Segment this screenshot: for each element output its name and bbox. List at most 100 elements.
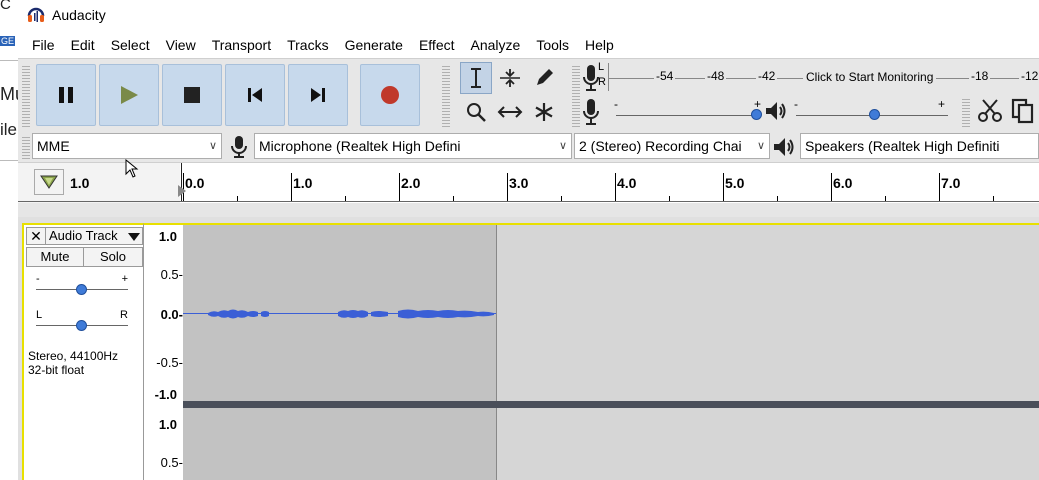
- speaker-icon: [774, 138, 794, 156]
- vruler-label: 1.0: [158, 229, 177, 244]
- menu-transport[interactable]: Transport: [204, 33, 279, 57]
- audio-host-select[interactable]: MME ∨: [32, 133, 222, 159]
- pause-button[interactable]: [36, 64, 96, 126]
- mouse-cursor-icon: [125, 159, 139, 178]
- recording-channels-select[interactable]: 2 (Stereo) Recording Chai ∨: [574, 133, 770, 159]
- transport-toolbar: [20, 61, 440, 129]
- copy-button[interactable]: [1008, 95, 1038, 127]
- toolbar-grip[interactable]: [442, 65, 450, 127]
- play-button[interactable]: [99, 64, 159, 126]
- skip-to-start-icon: [248, 88, 262, 102]
- zoom-tool-button[interactable]: [460, 96, 492, 128]
- selection-tool-button[interactable]: [460, 62, 492, 94]
- ruler-label: 1.0: [293, 175, 313, 191]
- toolbar-grip[interactable]: [22, 65, 30, 127]
- copy-icon: [1011, 98, 1034, 124]
- ruler-major-tick: [723, 173, 724, 202]
- chevron-down-icon: ∨: [558, 140, 567, 152]
- meter-scale-label: -48: [705, 69, 727, 83]
- tools-toolbar: [442, 61, 566, 129]
- menu-select[interactable]: Select: [103, 33, 158, 57]
- ruler-label: 6.0: [833, 175, 853, 191]
- microphone-icon: [231, 136, 247, 158]
- record-meter[interactable]: -54 -48 -42 Click to Start Monitoring -1…: [608, 63, 1039, 91]
- slider-min-label: -: [794, 97, 798, 111]
- close-icon: ✕: [30, 227, 42, 244]
- gain-max-label: +: [121, 273, 128, 285]
- record-button[interactable]: [360, 64, 420, 126]
- draw-tool-button[interactable]: [528, 62, 560, 94]
- vruler-label: -1.0: [154, 387, 177, 402]
- ruler-major-tick: [291, 173, 292, 202]
- track-info: Stereo, 44100Hz 32-bit float: [28, 349, 118, 377]
- ruler-label: 7.0: [941, 175, 961, 191]
- solo-label: Solo: [99, 249, 127, 264]
- toolbar-grip[interactable]: [572, 65, 580, 127]
- close-track-button[interactable]: ✕: [26, 227, 46, 245]
- meter-scale-label: -42: [756, 69, 778, 83]
- ruler-label: 2.0: [401, 175, 421, 191]
- menu-view[interactable]: View: [158, 33, 204, 57]
- menu-help[interactable]: Help: [577, 33, 622, 57]
- microphone-icon: [583, 99, 599, 125]
- speaker-icon: [766, 102, 786, 120]
- track-area: ✕ Audio Track Mute Solo - + L R Stereo, …: [18, 203, 1039, 480]
- meter-toolbar: L R -54 -48 -42 Click to Start Monitorin…: [572, 61, 1039, 129]
- pan-slider[interactable]: L R: [36, 309, 128, 331]
- envelope-tool-button[interactable]: [494, 62, 526, 94]
- slider-knob[interactable]: [869, 109, 881, 120]
- menu-tools[interactable]: Tools: [528, 33, 577, 57]
- mute-button[interactable]: Mute: [26, 247, 84, 267]
- ruler-major-tick: [615, 173, 616, 202]
- menu-effect[interactable]: Effect: [411, 33, 463, 57]
- menu-analyze[interactable]: Analyze: [463, 33, 529, 57]
- track-control-panel[interactable]: ✕ Audio Track Mute Solo - + L R Stereo, …: [22, 223, 143, 480]
- menu-tracks[interactable]: Tracks: [279, 33, 336, 57]
- record-volume-slider[interactable]: - +: [612, 97, 764, 125]
- menu-edit[interactable]: Edit: [63, 33, 103, 57]
- track-menu-button[interactable]: Audio Track: [46, 227, 143, 245]
- multi-tool-button[interactable]: [528, 96, 560, 128]
- device-toolbar: MME ∨ Microphone (Realtek High Defini ∨ …: [18, 131, 1039, 161]
- skip-to-end-button[interactable]: [288, 64, 348, 126]
- time-shift-tool-button[interactable]: [494, 96, 526, 128]
- cut-button[interactable]: [974, 95, 1006, 127]
- menu-generate[interactable]: Generate: [337, 33, 411, 57]
- playhead-marker[interactable]: [178, 163, 186, 201]
- slider-knob[interactable]: [751, 109, 763, 120]
- playback-device-select[interactable]: Speakers (Realtek High Definiti: [800, 133, 1039, 159]
- pan-left-label: L: [36, 309, 43, 321]
- gain-slider[interactable]: - +: [36, 273, 128, 295]
- vruler-label: -0.5-: [156, 355, 183, 370]
- start-monitoring-label[interactable]: Click to Start Monitoring: [803, 70, 937, 84]
- playback-volume-slider[interactable]: - +: [792, 97, 952, 125]
- vruler-label: 0.5-: [160, 267, 183, 282]
- triangle-down-icon: [128, 233, 140, 241]
- ruler-baseline: [18, 201, 1039, 202]
- recording-channels-value: 2 (Stereo) Recording Chai: [579, 138, 742, 154]
- background-fragment: C: [0, 0, 11, 13]
- background-fragment: GE: [0, 36, 16, 46]
- solo-button[interactable]: Solo: [84, 247, 143, 267]
- recording-device-select[interactable]: Microphone (Realtek High Defini ∨: [254, 133, 572, 159]
- stop-button[interactable]: [162, 64, 222, 126]
- slider-knob[interactable]: [76, 284, 87, 295]
- channel-divider: [183, 401, 1039, 408]
- skip-to-start-button[interactable]: [225, 64, 285, 126]
- toolbar-grip[interactable]: [22, 135, 30, 159]
- background-fragment: ile: [0, 120, 18, 139]
- selected-region: [183, 225, 496, 480]
- vertical-ruler[interactable]: 1.0 0.5- 0.0- -0.5- -1.0 1.0 0.5-: [143, 223, 183, 480]
- mute-label: Mute: [40, 249, 70, 264]
- slider-knob[interactable]: [76, 320, 87, 331]
- slider-min-label: -: [614, 97, 618, 111]
- stop-icon: [184, 87, 200, 103]
- toolbar-grip[interactable]: [962, 97, 970, 127]
- timeline-ruler[interactable]: 1.0 0.01.02.03.04.05.06.07.08: [18, 162, 1039, 203]
- ruler-label: 3.0: [509, 175, 529, 191]
- meter-scale-label: -18: [969, 69, 991, 83]
- waveform-area[interactable]: [183, 223, 1039, 480]
- track-header: ✕ Audio Track: [26, 227, 143, 245]
- ruler-marks: 0.01.02.03.04.05.06.07.08: [18, 163, 1039, 203]
- menu-file[interactable]: File: [24, 33, 63, 57]
